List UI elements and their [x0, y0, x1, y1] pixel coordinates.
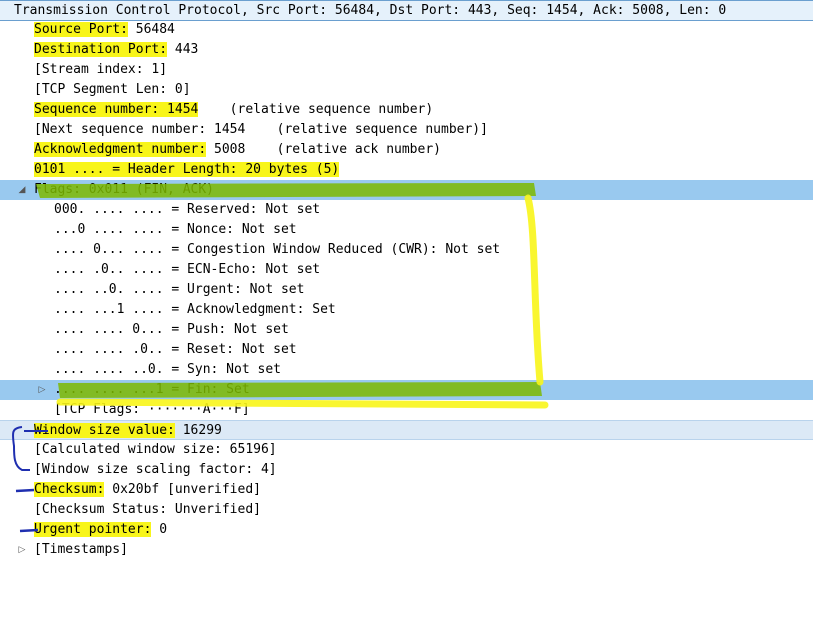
next-sequence-number: [Next sequence number: 1454 (relative se… — [34, 122, 488, 137]
tree-row-flag-ecn[interactable]: .... .0.. .... = ECN-Echo: Not set — [0, 260, 813, 280]
checksum-value: 0x20bf [unverified] — [104, 482, 261, 497]
ack-number-value: 5008 (relative ack number) — [206, 142, 441, 157]
tree-row-source-port[interactable]: Source Port: 56484 — [0, 20, 813, 40]
tree-row-destination-port[interactable]: Destination Port: 443 — [0, 40, 813, 60]
flag-push: .... .... 0... = Push: Not set — [54, 322, 289, 337]
triangle-down-icon[interactable]: ◢ — [16, 180, 28, 200]
tree-row-flag-reset[interactable]: .... .... .0.. = Reset: Not set — [0, 340, 813, 360]
destination-port-value: 443 — [167, 42, 199, 57]
tree-row-ack-number[interactable]: Acknowledgment number: 5008 (relative ac… — [0, 140, 813, 160]
tree-row-flag-fin[interactable]: ▷ .... .... ...1 = Fin: Set — [0, 380, 813, 400]
flag-reserved: 000. .... .... = Reserved: Not set — [54, 202, 321, 217]
window-scaling-factor: [Window size scaling factor: 4] — [34, 462, 277, 477]
flag-acknowledgment: .... ...1 .... = Acknowledgment: Set — [54, 302, 336, 317]
ack-number-label: Acknowledgment number: — [34, 142, 207, 157]
tree-row-header-length[interactable]: 0101 .... = Header Length: 20 bytes (5) — [0, 160, 813, 180]
tree-row-next-sequence[interactable]: [Next sequence number: 1454 (relative se… — [0, 120, 813, 140]
tree-row-sequence-number[interactable]: Sequence number: 1454 (relative sequence… — [0, 100, 813, 120]
tree-row-flag-nonce[interactable]: ...0 .... .... = Nonce: Not set — [0, 220, 813, 240]
tree-row-timestamps[interactable]: ▷ [Timestamps] — [0, 540, 813, 560]
stream-index: [Stream index: 1] — [34, 62, 168, 77]
urgent-pointer-value: 0 — [151, 522, 168, 537]
flag-reset: .... .... .0.. = Reset: Not set — [54, 342, 297, 357]
tcp-flags-string: [TCP Flags: ·······A···F] — [54, 402, 250, 417]
tree-row-flag-ack[interactable]: .... ...1 .... = Acknowledgment: Set — [0, 300, 813, 320]
triangle-right-icon[interactable]: ▷ — [36, 380, 48, 400]
tree-row-window-size[interactable]: Window size value: 16299 — [0, 420, 813, 440]
flag-nonce: ...0 .... .... = Nonce: Not set — [54, 222, 297, 237]
tree-row-segment-len[interactable]: [TCP Segment Len: 0] — [0, 80, 813, 100]
calculated-window-size: [Calculated window size: 65196] — [34, 442, 277, 457]
tree-row-scaling[interactable]: [Window size scaling factor: 4] — [0, 460, 813, 480]
segment-len: [TCP Segment Len: 0] — [34, 82, 191, 97]
tree-row-urgent-pointer[interactable]: Urgent pointer: 0 — [0, 520, 813, 540]
tcp-summary: Transmission Control Protocol, Src Port:… — [14, 3, 727, 18]
source-port-label: Source Port: — [34, 22, 128, 37]
tree-row-tcp-flags[interactable]: [TCP Flags: ·······A···F] — [0, 400, 813, 420]
flag-cwr: .... 0... .... = Congestion Window Reduc… — [54, 242, 501, 257]
tree-row-flags[interactable]: ◢ Flags: 0x011 (FIN, ACK) — [0, 180, 813, 200]
tree-row-flag-push[interactable]: .... .... 0... = Push: Not set — [0, 320, 813, 340]
sequence-number-note: (relative sequence number) — [198, 102, 434, 117]
tree-row-calc-window[interactable]: [Calculated window size: 65196] — [0, 440, 813, 460]
urgent-pointer-label: Urgent pointer: — [34, 522, 152, 537]
tree-row-flag-reserved[interactable]: 000. .... .... = Reserved: Not set — [0, 200, 813, 220]
flag-ecn-echo: .... .0.. .... = ECN-Echo: Not set — [54, 262, 321, 277]
timestamps: [Timestamps] — [34, 542, 128, 557]
flags-summary: Flags: 0x011 (FIN, ACK) — [34, 182, 215, 197]
checksum-status: [Checksum Status: Unverified] — [34, 502, 261, 517]
window-size-value: 16299 — [174, 423, 222, 438]
checksum-label: Checksum: — [34, 482, 105, 497]
sequence-number-label: Sequence number: 1454 — [34, 102, 199, 117]
tree-row-checksum[interactable]: Checksum: 0x20bf [unverified] — [0, 480, 813, 500]
tree-row-tcp[interactable]: Transmission Control Protocol, Src Port:… — [0, 0, 813, 21]
tree-row-flag-urgent[interactable]: .... ..0. .... = Urgent: Not set — [0, 280, 813, 300]
tree-row-checksum-status[interactable]: [Checksum Status: Unverified] — [0, 500, 813, 520]
tree-row-flag-cwr[interactable]: .... 0... .... = Congestion Window Reduc… — [0, 240, 813, 260]
flag-urgent: .... ..0. .... = Urgent: Not set — [54, 282, 305, 297]
flag-fin: .... .... ...1 = Fin: Set — [54, 382, 250, 397]
flag-syn: .... .... ..0. = Syn: Not set — [54, 362, 281, 377]
tree-row-stream-index[interactable]: [Stream index: 1] — [0, 60, 813, 80]
triangle-right-icon[interactable]: ▷ — [16, 540, 28, 560]
tree-row-flag-syn[interactable]: .... .... ..0. = Syn: Not set — [0, 360, 813, 380]
source-port-value: 56484 — [127, 22, 175, 37]
header-length: 0101 .... = Header Length: 20 bytes (5) — [34, 162, 340, 177]
packet-details-tree: Transmission Control Protocol, Src Port:… — [0, 0, 813, 569]
window-size-label: Window size value: — [34, 423, 175, 438]
destination-port-label: Destination Port: — [34, 42, 168, 57]
